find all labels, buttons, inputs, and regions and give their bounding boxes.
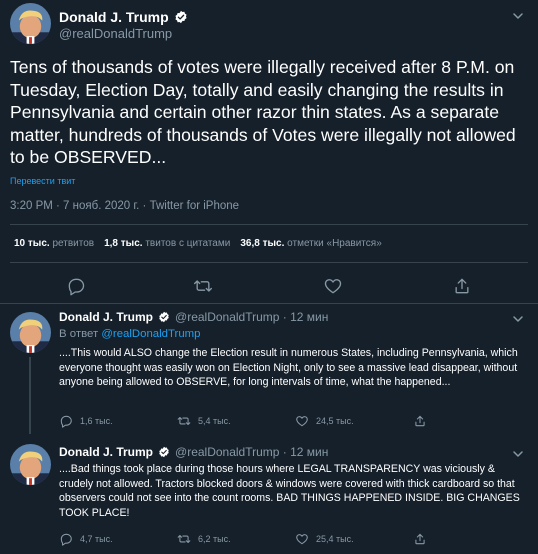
- likes-count: 36,8 тыс.: [240, 238, 285, 249]
- tweet-text: Tens of thousands of votes were illegall…: [10, 57, 516, 167]
- in-reply-mention[interactable]: @realDonaldTrump: [101, 328, 200, 340]
- like-count: 24,5 тыс.: [316, 416, 354, 426]
- likes-stat[interactable]: 36,8 тыс. отметки «Нравится»: [240, 238, 381, 249]
- display-name[interactable]: Donald J. Trump: [59, 9, 169, 25]
- verified-badge-icon: [158, 446, 170, 458]
- quotes-label: твитов с цитатами: [145, 238, 231, 249]
- quotes-count: 1,8 тыс.: [104, 238, 143, 249]
- reply-count: 1,6 тыс.: [80, 416, 113, 426]
- share-action[interactable]: [413, 414, 427, 428]
- reply-icon[interactable]: [66, 276, 86, 296]
- retweets-stat[interactable]: 10 тыс. ретвитов: [14, 238, 94, 249]
- retweet-action[interactable]: 6,2 тыс.: [177, 532, 231, 546]
- tweet-text: ....Bad things took place during those h…: [59, 463, 520, 519]
- avatar[interactable]: [10, 3, 51, 44]
- author-name-row: Donald J. Trump @realDonaldTrump · 12 ми…: [59, 310, 328, 324]
- verified-badge-icon: [158, 311, 170, 323]
- share-action[interactable]: [413, 532, 427, 546]
- chevron-down-icon[interactable]: [510, 8, 526, 24]
- in-reply-to: В ответ @realDonaldTrump: [59, 328, 200, 340]
- retweet-action[interactable]: 5,4 тыс.: [177, 414, 231, 428]
- retweet-count: 5,4 тыс.: [198, 416, 231, 426]
- author-handle-time[interactable]: @realDonaldTrump · 12 мин: [175, 310, 328, 324]
- reply-tweet[interactable]: Donald J. Trump @realDonaldTrump · 12 ми…: [0, 304, 538, 434]
- author-handle-time[interactable]: @realDonaldTrump · 12 мин: [175, 445, 328, 459]
- like-action[interactable]: 25,4 тыс.: [295, 532, 354, 546]
- author-handle[interactable]: @realDonaldTrump: [59, 26, 172, 41]
- like-action[interactable]: 24,5 тыс.: [295, 414, 354, 428]
- thread-line: [29, 357, 31, 434]
- verified-badge-icon: [174, 10, 188, 24]
- author-name-row: Donald J. Trump @realDonaldTrump · 12 ми…: [59, 445, 328, 459]
- retweets-count: 10 тыс.: [14, 238, 50, 249]
- reply-count: 4,7 тыс.: [80, 534, 113, 544]
- tweet-text: ....This would ALSO change the Election …: [59, 347, 518, 389]
- share-icon[interactable]: [452, 276, 472, 296]
- translate-tweet-link[interactable]: Перевести твит: [10, 176, 75, 186]
- display-name[interactable]: Donald J. Trump: [59, 310, 153, 324]
- retweet-icon[interactable]: [193, 276, 213, 296]
- author-name-row: Donald J. Trump: [59, 9, 188, 25]
- display-name[interactable]: Donald J. Trump: [59, 445, 153, 459]
- main-tweet: Donald J. Trump @realDonaldTrump Tens of…: [0, 0, 538, 304]
- in-reply-prefix: В ответ: [59, 328, 99, 340]
- divider: [10, 262, 528, 263]
- avatar[interactable]: [10, 312, 51, 353]
- heart-icon[interactable]: [323, 276, 343, 296]
- reply-action[interactable]: 1,6 тыс.: [59, 414, 113, 428]
- retweets-label: ретвитов: [52, 238, 95, 249]
- retweet-count: 6,2 тыс.: [198, 534, 231, 544]
- quotes-stat[interactable]: 1,8 тыс. твитов с цитатами: [104, 238, 230, 249]
- engagement-stats: 10 тыс. ретвитов 1,8 тыс. твитов с цитат…: [14, 238, 382, 249]
- reply-action[interactable]: 4,7 тыс.: [59, 532, 113, 546]
- likes-label: отметки «Нравится»: [287, 238, 382, 249]
- chevron-down-icon[interactable]: [510, 446, 526, 462]
- avatar[interactable]: [10, 444, 51, 485]
- like-count: 25,4 тыс.: [316, 534, 354, 544]
- chevron-down-icon[interactable]: [510, 311, 526, 327]
- reply-tweet[interactable]: Donald J. Trump @realDonaldTrump · 12 ми…: [0, 436, 538, 554]
- divider: [10, 224, 528, 225]
- tweet-timestamp[interactable]: 3:20 PM · 7 нояб. 2020 г. · Twitter for …: [10, 200, 239, 212]
